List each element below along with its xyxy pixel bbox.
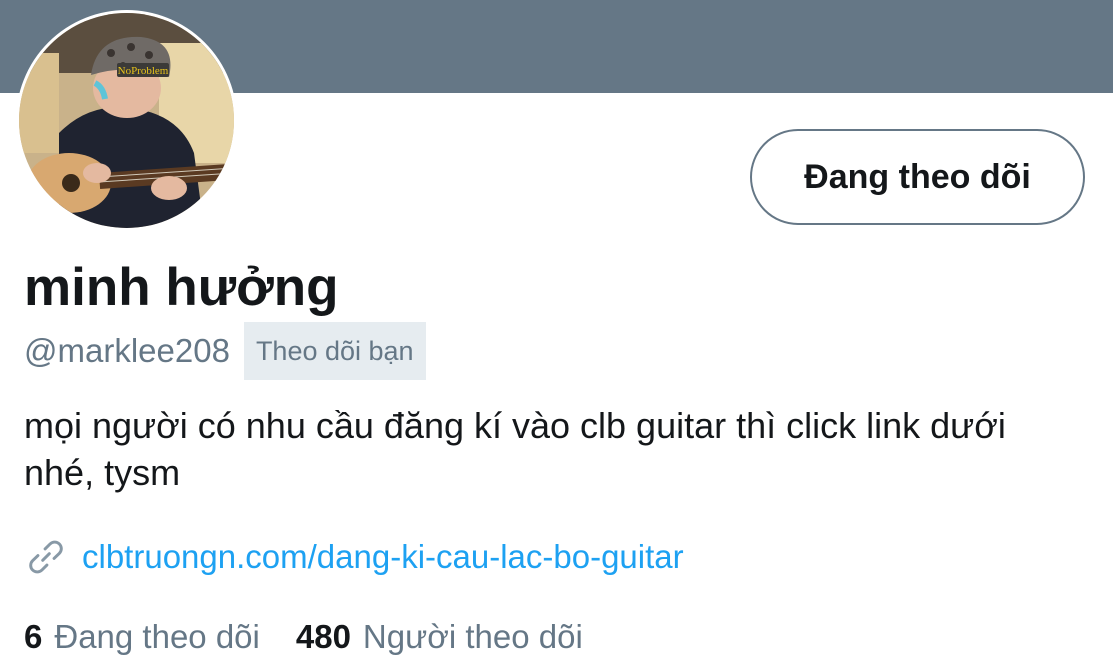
stats-row: 6 Đang theo dõi 480 Người theo dõi	[24, 612, 583, 662]
followers-label: Người theo dõi	[362, 618, 583, 655]
following-label: Đang theo dõi	[54, 618, 260, 655]
profile-bio: mọi người có nhu cầu đăng kí vào clb gui…	[24, 405, 1006, 493]
follows-you-badge: Theo dõi bạn	[243, 322, 426, 380]
following-button[interactable]: Đang theo dõi	[750, 129, 1085, 225]
profile-avatar[interactable]: NoProblem	[16, 10, 237, 231]
link-icon	[29, 540, 63, 574]
followers-count: 480	[295, 618, 351, 655]
avatar-image: NoProblem	[19, 13, 234, 228]
followers-stat[interactable]: 480 Người theo dõi	[296, 618, 583, 656]
svg-text:NoProblem: NoProblem	[118, 65, 169, 77]
display-name: minh hưởng	[24, 258, 339, 317]
handle-row: @marklee208 Theo dõi bạn	[24, 322, 426, 380]
following-count: 6	[24, 618, 43, 655]
following-stat[interactable]: 6 Đang theo dõi	[24, 618, 260, 656]
profile-link[interactable]: clbtruongn.com/dang-ki-cau-lac-bo-guitar	[82, 538, 684, 576]
user-handle: @marklee208	[24, 332, 230, 369]
profile-link-row: clbtruongn.com/dang-ki-cau-lac-bo-guitar	[24, 530, 684, 584]
